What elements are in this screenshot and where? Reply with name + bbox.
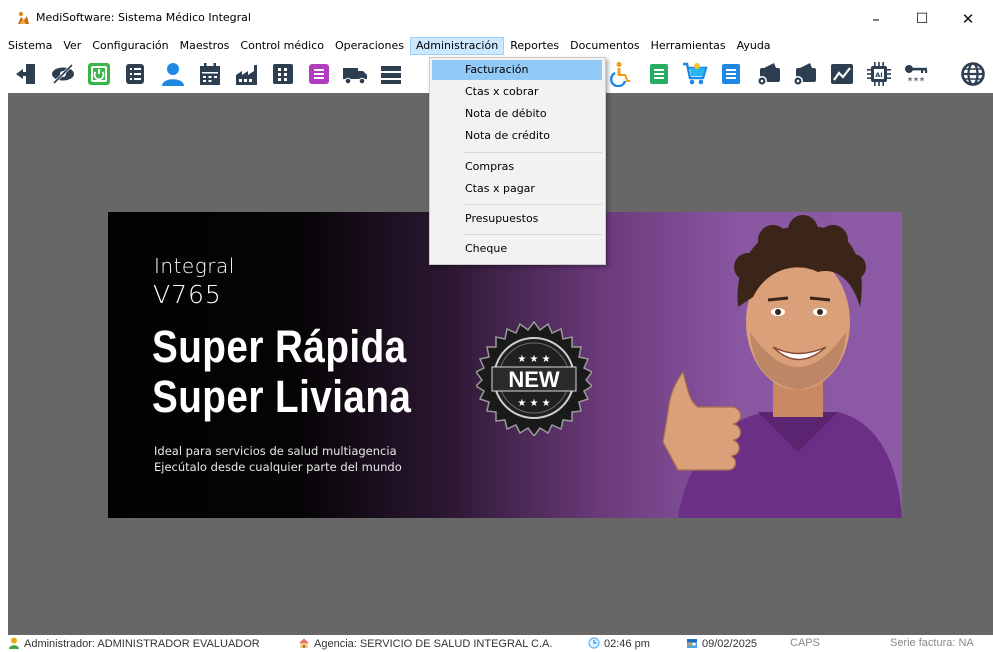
status-time-text: 02:46 pm <box>604 638 650 650</box>
wallet-settings-icon[interactable] <box>792 61 818 87</box>
status-agency-text: Agencia: SERVICIO DE SALUD INTEGRAL C.A. <box>314 638 553 650</box>
stack-icon[interactable] <box>378 61 404 87</box>
user-status-icon <box>9 637 19 649</box>
maximize-button[interactable]: ☐ <box>899 6 945 32</box>
power-icon[interactable] <box>86 61 112 87</box>
banner-headline-2: Super Liviana <box>152 371 412 422</box>
close-button[interactable]: ✕ <box>945 6 991 32</box>
document-purple-icon[interactable] <box>306 61 332 87</box>
menu-reportes[interactable]: Reportes <box>505 37 564 55</box>
notes-blue-icon[interactable] <box>718 61 744 87</box>
menu-maestros[interactable]: Maestros <box>175 37 235 55</box>
banner-tagline-2: Ejecútalo desde cualquier parte del mund… <box>154 460 402 474</box>
svg-text:★ ★ ★: ★ ★ ★ <box>517 354 550 365</box>
administracion-dropdown-menu: Facturación Ctas x cobrar Nota de débito… <box>429 57 606 265</box>
svg-text:AI: AI <box>875 71 882 79</box>
banner-tagline-1: Ideal para servicios de salud multiagenc… <box>154 444 397 458</box>
menu-item-ctas-x-pagar[interactable]: Ctas x pagar <box>432 179 602 199</box>
wallet-gear-icon[interactable] <box>756 61 782 87</box>
status-series: Serie factura: NA <box>890 637 974 649</box>
menu-item-cheque[interactable]: Cheque <box>432 239 602 259</box>
notes-green-icon[interactable] <box>646 61 672 87</box>
window-title: MediSoftware: Sistema Médico Integral <box>36 11 251 24</box>
menu-separator <box>464 234 602 235</box>
status-time: 02:46 pm <box>588 637 650 650</box>
minimize-icon: – <box>872 10 880 28</box>
menu-ayuda[interactable]: Ayuda <box>732 37 776 55</box>
calendar-icon[interactable] <box>197 61 223 87</box>
svg-text:★ ★ ★: ★ ★ ★ <box>517 398 550 409</box>
menu-item-facturacion[interactable]: Facturación <box>432 60 602 80</box>
menu-configuracion[interactable]: Configuración <box>87 37 173 55</box>
menu-separator <box>464 152 602 153</box>
close-icon: ✕ <box>961 10 975 28</box>
menu-documentos[interactable]: Documentos <box>565 37 644 55</box>
menu-item-nota-de-debito[interactable]: Nota de débito <box>432 104 602 124</box>
exit-door-icon[interactable] <box>14 61 40 87</box>
status-user-text: Administrador: ADMINISTRADOR EVALUADOR <box>24 638 260 650</box>
chart-image-icon[interactable] <box>829 61 855 87</box>
new-badge-seal: NEW ★ ★ ★ ★ ★ ★ <box>476 320 592 436</box>
title-bar: MediSoftware: Sistema Médico Integral – … <box>0 0 993 36</box>
menu-ver[interactable]: Ver <box>58 37 86 55</box>
app-logo-icon <box>18 11 29 24</box>
menu-operaciones[interactable]: Operaciones <box>330 37 409 55</box>
wheelchair-icon[interactable] <box>608 61 634 87</box>
calendar-status-icon <box>687 639 697 648</box>
key-password-icon[interactable]: *** <box>903 61 929 87</box>
maximize-icon: ☐ <box>915 11 929 27</box>
minimize-button[interactable]: – <box>853 6 899 32</box>
menu-sistema[interactable]: Sistema <box>3 37 57 55</box>
menu-bar: Sistema Ver Configuración Maestros Contr… <box>0 36 993 56</box>
factory-icon[interactable] <box>234 61 260 87</box>
menu-item-compras[interactable]: Compras <box>432 157 602 177</box>
home-icon <box>299 638 309 648</box>
smiling-man-thumbs-up-image <box>662 215 902 518</box>
menu-item-presupuestos[interactable]: Presupuestos <box>432 209 602 229</box>
status-agency: Agencia: SERVICIO DE SALUD INTEGRAL C.A. <box>298 637 552 650</box>
user-icon[interactable] <box>160 61 186 87</box>
svg-text:***: *** <box>907 76 925 87</box>
grid-icon[interactable] <box>270 61 296 87</box>
menu-control-medico[interactable]: Control médico <box>235 37 329 55</box>
ai-chip-icon[interactable]: AI <box>866 61 892 87</box>
banner-version: V765 <box>153 280 222 309</box>
truck-icon[interactable] <box>342 61 368 87</box>
menu-herramientas[interactable]: Herramientas <box>646 37 731 55</box>
menu-separator <box>464 204 602 205</box>
menu-item-nota-de-credito[interactable]: Nota de crédito <box>432 126 602 146</box>
banner-headline-1: Super Rápida <box>152 321 407 372</box>
status-caps: CAPS <box>790 637 820 649</box>
status-date-text: 09/02/2025 <box>702 638 758 650</box>
globe-icon[interactable] <box>960 61 986 87</box>
hide-eye-icon[interactable] <box>50 61 76 87</box>
status-bar: Administrador: ADMINISTRADOR EVALUADOR A… <box>0 635 993 652</box>
banner-product-name: Integral <box>154 254 235 278</box>
shopping-cart-icon[interactable] <box>682 61 708 87</box>
menu-administracion[interactable]: Administración <box>409 37 505 55</box>
list-icon[interactable] <box>122 61 148 87</box>
status-date: 09/02/2025 <box>686 637 757 650</box>
clock-icon <box>588 637 600 649</box>
menu-item-ctas-x-cobrar[interactable]: Ctas x cobrar <box>432 82 602 102</box>
badge-text: NEW <box>508 367 560 392</box>
status-user: Administrador: ADMINISTRADOR EVALUADOR <box>8 637 260 650</box>
